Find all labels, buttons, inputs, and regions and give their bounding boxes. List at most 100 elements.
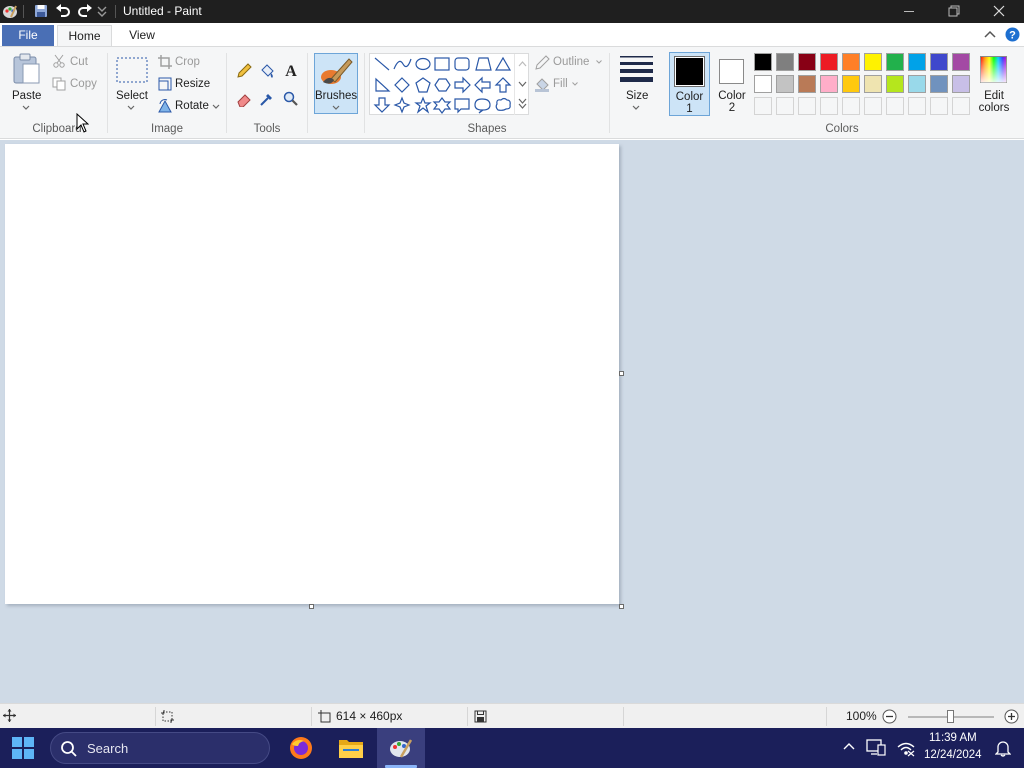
save-icon[interactable] <box>33 3 49 19</box>
color2-frame <box>719 59 744 84</box>
color2-button[interactable]: Color 2 <box>712 52 752 116</box>
paste-label[interactable]: Paste <box>12 90 41 102</box>
palette-swatch[interactable] <box>908 75 926 93</box>
magnifier-icon[interactable] <box>283 91 299 107</box>
palette-swatch[interactable] <box>886 75 904 93</box>
show-hidden-icons-icon[interactable] <box>842 741 856 751</box>
window-title: Untitled - Paint <box>123 4 202 18</box>
tab-view[interactable]: View <box>116 25 168 46</box>
undo-icon[interactable] <box>55 3 71 19</box>
paint-icon <box>389 736 413 760</box>
palette-swatch[interactable] <box>754 75 772 93</box>
notification-icon[interactable] <box>995 739 1011 757</box>
close-button[interactable] <box>976 0 1022 23</box>
firefox-icon[interactable] <box>289 736 313 760</box>
restore-button[interactable] <box>931 0 977 23</box>
palette-swatch[interactable] <box>908 53 926 71</box>
paste-icon[interactable] <box>12 53 42 85</box>
minimize-button[interactable] <box>886 0 932 23</box>
color-picker-icon[interactable] <box>259 91 275 107</box>
clock-date[interactable]: 12/24/2024 <box>924 749 982 761</box>
rotate-button[interactable]: Rotate <box>175 100 209 112</box>
palette-swatch[interactable] <box>842 53 860 71</box>
palette-empty-swatch[interactable] <box>842 97 860 115</box>
chevron-down-icon[interactable] <box>572 82 578 86</box>
tab-file[interactable]: File <box>2 25 54 46</box>
size-label[interactable]: Size <box>626 90 648 102</box>
canvas-workspace[interactable] <box>0 140 1024 703</box>
resize-button[interactable]: Resize <box>175 78 210 90</box>
tab-home[interactable]: Home <box>57 25 112 46</box>
shapes-scrollbar[interactable] <box>514 54 529 115</box>
clock-time[interactable]: 11:39 AM <box>929 732 977 744</box>
device-icon[interactable] <box>866 738 886 756</box>
palette-empty-swatch[interactable] <box>798 97 816 115</box>
drawing-canvas[interactable] <box>5 144 619 604</box>
palette-swatch[interactable] <box>798 75 816 93</box>
brush-icon <box>319 57 353 89</box>
start-button[interactable] <box>12 737 34 759</box>
palette-empty-swatch[interactable] <box>754 97 772 115</box>
chevron-down-icon[interactable] <box>212 104 220 110</box>
chevron-down-icon[interactable] <box>596 60 602 64</box>
arrow-up-shape-icon <box>494 77 512 93</box>
palette-empty-swatch[interactable] <box>776 97 794 115</box>
select-icon[interactable] <box>116 57 148 83</box>
crop-button[interactable]: Crop <box>175 56 200 68</box>
taskbar-paint-button[interactable] <box>377 728 425 768</box>
search-icon <box>60 740 78 758</box>
help-icon[interactable]: ? <box>1005 27 1020 42</box>
eraser-icon[interactable] <box>236 91 252 107</box>
pencil-icon[interactable] <box>236 63 252 79</box>
chevron-down-icon[interactable] <box>632 105 640 111</box>
fill-bucket-icon[interactable] <box>259 63 275 79</box>
palette-swatch[interactable] <box>952 75 970 93</box>
minimize-ribbon-icon[interactable] <box>983 28 997 40</box>
palette-swatch[interactable] <box>864 75 882 93</box>
resize-handle-corner[interactable] <box>619 604 624 609</box>
palette-swatch[interactable] <box>864 53 882 71</box>
palette-swatch[interactable] <box>930 75 948 93</box>
resize-handle-bottom[interactable] <box>309 604 314 609</box>
palette-swatch[interactable] <box>820 75 838 93</box>
redo-icon[interactable] <box>77 3 93 19</box>
palette-swatch[interactable] <box>776 75 794 93</box>
outline-button[interactable]: Outline <box>553 56 589 68</box>
zoom-slider-thumb[interactable] <box>947 710 954 723</box>
customize-quick-access-icon[interactable] <box>96 3 112 19</box>
network-icon[interactable] <box>897 739 915 757</box>
palette-swatch[interactable] <box>952 53 970 71</box>
brushes-button[interactable]: Brushes <box>314 53 358 114</box>
palette-empty-swatch[interactable] <box>930 97 948 115</box>
palette-swatch[interactable] <box>754 53 772 71</box>
palette-empty-swatch[interactable] <box>952 97 970 115</box>
chevron-down-icon[interactable] <box>22 105 30 111</box>
resize-handle-right[interactable] <box>619 371 624 376</box>
palette-swatch[interactable] <box>842 75 860 93</box>
palette-swatch[interactable] <box>798 53 816 71</box>
size-icon[interactable] <box>620 56 653 82</box>
ribbon: Paste Cut Copy Clipboard Select Crop Res… <box>0 46 1024 139</box>
palette-empty-swatch[interactable] <box>908 97 926 115</box>
zoom-in-button[interactable] <box>1004 709 1019 724</box>
color1-button[interactable]: Color 1 <box>669 52 710 116</box>
text-tool-icon[interactable]: A <box>283 62 299 78</box>
cut-button[interactable]: Cut <box>70 56 88 68</box>
palette-empty-swatch[interactable] <box>820 97 838 115</box>
palette-swatch[interactable] <box>886 53 904 71</box>
chevron-down-icon[interactable] <box>127 105 135 111</box>
copy-button[interactable]: Copy <box>70 78 97 90</box>
palette-swatch[interactable] <box>820 53 838 71</box>
palette-swatch[interactable] <box>776 53 794 71</box>
file-explorer-icon[interactable] <box>338 737 364 759</box>
tools-group-label: Tools <box>253 123 281 135</box>
palette-empty-swatch[interactable] <box>864 97 882 115</box>
zoom-out-button[interactable] <box>882 709 897 724</box>
edit-colors-icon[interactable] <box>980 56 1007 83</box>
fill-button[interactable]: Fill <box>553 78 568 90</box>
palette-empty-swatch[interactable] <box>886 97 904 115</box>
taskbar-search[interactable]: Search <box>50 732 270 764</box>
select-label[interactable]: Select <box>116 90 148 102</box>
palette-swatch[interactable] <box>930 53 948 71</box>
edit-colors-label[interactable]: Edit colors <box>978 90 1010 114</box>
